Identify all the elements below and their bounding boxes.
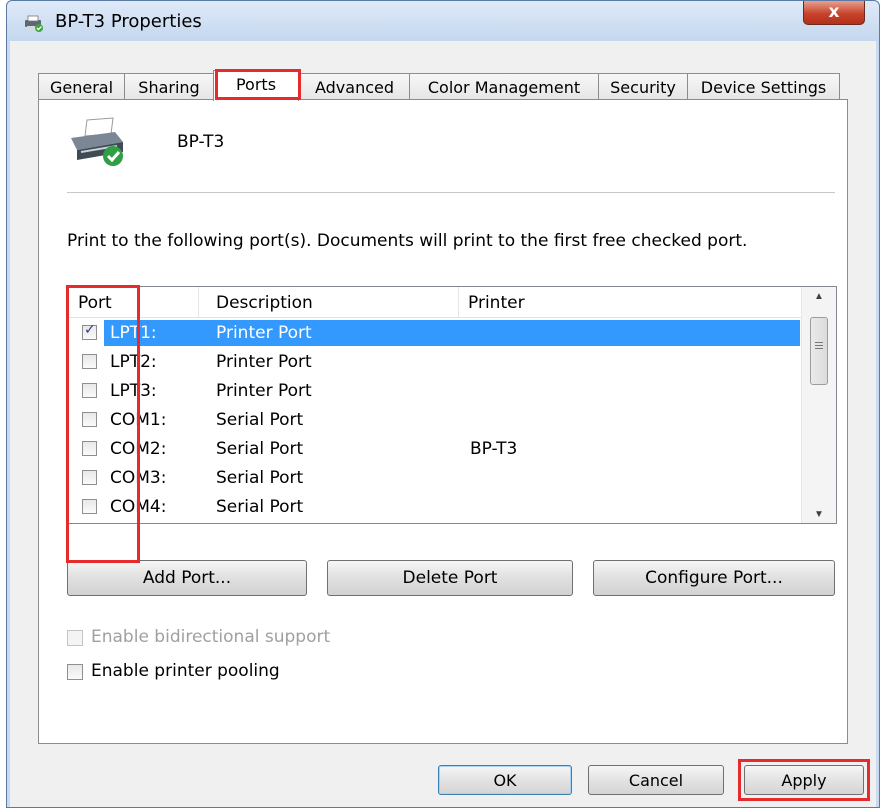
port-list[interactable]: Port Description Printer ✓ LPT1: Printer… <box>67 286 837 524</box>
port-row-lpt2[interactable]: LPT2: Printer Port <box>70 348 800 376</box>
port-checkbox[interactable] <box>82 470 97 485</box>
configure-port-button[interactable]: Configure Port... <box>593 560 835 596</box>
grip-icon <box>815 342 823 343</box>
printer-name: BP-T3 <box>177 132 225 152</box>
printer-ready-icon <box>71 117 123 166</box>
port-name: LPT3: <box>110 381 157 401</box>
port-printer: BP-T3 <box>470 439 518 459</box>
close-icon: x <box>828 2 840 22</box>
row-selection <box>104 320 800 346</box>
port-checkbox[interactable] <box>82 412 97 427</box>
tab-ports[interactable]: Ports <box>213 70 299 101</box>
column-header-description[interactable]: Description <box>216 293 313 313</box>
window-title: BP-T3 Properties <box>55 11 202 32</box>
column-header-printer[interactable]: Printer <box>468 293 525 313</box>
tab-general[interactable]: General <box>38 73 125 99</box>
port-name: LPT1: <box>110 323 157 343</box>
scroll-thumb[interactable] <box>810 317 828 385</box>
tab-advanced[interactable]: Advanced <box>299 73 410 99</box>
port-name: COM1: <box>110 410 167 430</box>
port-description: Serial Port <box>216 468 304 488</box>
title-bar[interactable]: BP-T3 Properties x <box>7 1 879 41</box>
printer-icon <box>25 15 43 32</box>
port-row-lpt3[interactable]: LPT3: Printer Port <box>70 377 800 405</box>
bidirectional-label: Enable bidirectional support <box>91 627 331 647</box>
port-description: Serial Port <box>216 410 304 430</box>
port-name: COM2: <box>110 439 167 459</box>
port-list-scrollbar[interactable]: ▲ ▼ <box>801 287 836 523</box>
port-list-header: Port Description Printer <box>68 287 802 318</box>
checkmark-icon: ✓ <box>84 322 96 338</box>
port-name: LPT2: <box>110 352 157 372</box>
port-description: Serial Port <box>216 497 304 517</box>
ok-button[interactable]: OK <box>438 765 572 795</box>
port-description: Printer Port <box>216 381 312 401</box>
port-description: Printer Port <box>216 352 312 372</box>
port-checkbox[interactable] <box>82 383 97 398</box>
bidirectional-checkbox <box>67 630 83 646</box>
close-button[interactable]: x <box>803 1 865 25</box>
scroll-up-icon[interactable]: ▲ <box>802 291 836 315</box>
instructions-text: Print to the following port(s). Document… <box>67 231 748 251</box>
port-name: COM3: <box>110 468 167 488</box>
port-name: COM4: <box>110 497 167 517</box>
port-row-com4[interactable]: COM4: Serial Port <box>70 493 800 521</box>
column-header-port[interactable]: Port <box>78 293 112 313</box>
tab-device-settings[interactable]: Device Settings <box>687 73 840 99</box>
add-port-button[interactable]: Add Port... <box>67 560 307 596</box>
column-divider[interactable] <box>458 287 459 317</box>
tab-security[interactable]: Security <box>598 73 688 99</box>
tab-color-management[interactable]: Color Management <box>409 73 599 99</box>
scroll-down-icon[interactable]: ▼ <box>802 509 836 523</box>
ports-tab-panel: BP-T3 Print to the following port(s). Do… <box>38 99 848 744</box>
printer-pooling-checkbox[interactable] <box>67 664 83 680</box>
delete-port-button[interactable]: Delete Port <box>327 560 573 596</box>
properties-window: BP-T3 Properties x General Sharing Ports… <box>6 0 880 808</box>
apply-button[interactable]: Apply <box>744 765 864 795</box>
column-divider[interactable] <box>198 287 199 317</box>
port-checkbox[interactable]: ✓ <box>82 322 97 340</box>
port-row-com2[interactable]: COM2: Serial Port BP-T3 <box>70 435 800 463</box>
port-row-lpt1[interactable]: ✓ LPT1: Printer Port <box>70 319 800 347</box>
port-checkbox[interactable] <box>82 441 97 456</box>
port-description: Printer Port <box>216 323 312 343</box>
printer-pooling-label[interactable]: Enable printer pooling <box>91 661 280 681</box>
dialog-client-area: General Sharing Ports Advanced Color Man… <box>10 41 876 807</box>
port-row-com3[interactable]: COM3: Serial Port <box>70 464 800 492</box>
port-checkbox[interactable] <box>82 354 97 369</box>
port-checkbox[interactable] <box>82 499 97 514</box>
port-row-com1[interactable]: COM1: Serial Port <box>70 406 800 434</box>
separator <box>67 192 835 193</box>
tab-sharing[interactable]: Sharing <box>124 73 214 99</box>
cancel-button[interactable]: Cancel <box>588 765 724 795</box>
port-description: Serial Port <box>216 439 304 459</box>
